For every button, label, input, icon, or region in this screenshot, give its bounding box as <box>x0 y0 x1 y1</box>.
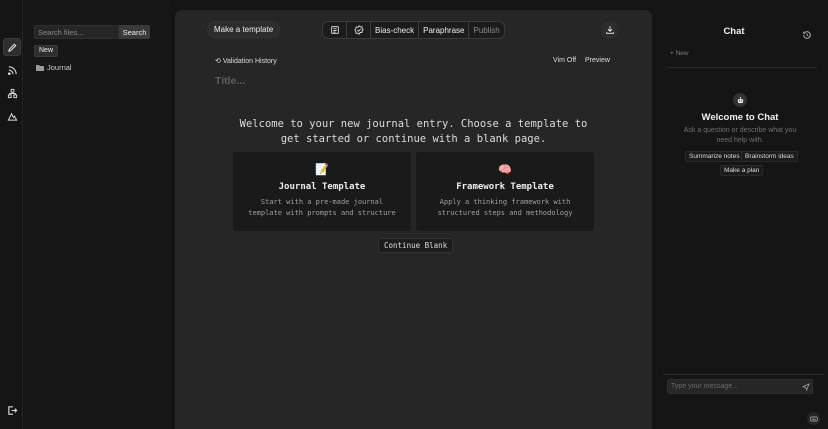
rail-editor-button[interactable] <box>3 38 21 56</box>
rail-network-button[interactable] <box>3 84 21 102</box>
validation-history-link[interactable]: ⟲ Validation History <box>215 57 277 65</box>
editor-toolbar: Bias-check Paraphrase Publish <box>322 21 505 39</box>
welcome-message: Welcome to your new journal entry. Choos… <box>225 117 602 147</box>
chat-history-button[interactable] <box>802 27 813 39</box>
download-icon <box>606 26 614 34</box>
paraphrase-button[interactable]: Paraphrase <box>419 22 470 38</box>
download-button[interactable] <box>601 21 619 39</box>
validate-button[interactable] <box>347 22 371 38</box>
publish-button[interactable]: Publish <box>469 22 503 38</box>
folder-item-journal[interactable]: Journal <box>36 63 72 72</box>
preview-button[interactable]: Preview <box>585 57 610 64</box>
title-input[interactable] <box>215 75 515 87</box>
chat-message-input[interactable] <box>667 379 813 394</box>
validation-history-label: Validation History <box>222 58 277 65</box>
rail-logout-button[interactable] <box>3 401 21 419</box>
make-template-button[interactable]: Make a template <box>207 21 281 38</box>
welcome-line-2: get started or continue with a blank pag… <box>280 133 547 145</box>
outline-button[interactable] <box>323 22 347 38</box>
bias-check-button[interactable]: Bias-check <box>371 22 420 38</box>
icon-rail <box>0 0 23 429</box>
divider <box>667 67 817 68</box>
send-button[interactable] <box>798 379 813 394</box>
suggestion-chip[interactable]: Brainstorm ideas <box>741 151 798 162</box>
app-window: Search New Journal Make a template Bias-… <box>0 0 828 429</box>
file-search: Search <box>34 25 150 39</box>
badge-check-icon <box>353 25 364 35</box>
list-icon <box>330 26 339 34</box>
new-file-button[interactable]: New <box>34 45 59 57</box>
continue-blank-button[interactable]: Continue Blank <box>378 238 454 253</box>
file-search-button[interactable]: Search <box>119 25 150 39</box>
send-icon <box>801 382 810 391</box>
rail-feed-button[interactable] <box>3 61 21 79</box>
suggestion-chip[interactable]: Summarize notes <box>685 151 744 162</box>
editor-panel: Make a template Bias-check Paraphrase Pu… <box>175 10 652 429</box>
keyboard-shortcuts-button[interactable] <box>807 412 820 425</box>
logout-icon <box>7 405 17 415</box>
journal-template-card[interactable]: 📝 Journal Template Start with a pre-made… <box>233 152 411 231</box>
card-description: Start with a pre-made journal template w… <box>233 197 411 219</box>
card-desc-line: template with prompts and structure <box>248 209 396 217</box>
suggestion-chip[interactable]: Make a plan <box>720 165 764 176</box>
pencil-icon <box>7 43 16 52</box>
bot-icon <box>737 96 743 103</box>
card-title: Journal Template <box>278 182 366 192</box>
file-sidebar: Search New Journal <box>24 0 170 429</box>
card-desc-line: Start with a pre-made journal <box>260 198 384 206</box>
memo-icon: 📝 <box>315 164 329 176</box>
mountain-icon <box>7 112 17 121</box>
divider <box>663 374 824 375</box>
brain-icon: 🧠 <box>498 164 512 176</box>
chat-panel: Chat + New Welcome to Chat Ask a questio… <box>659 0 828 429</box>
framework-template-card[interactable]: 🧠 Framework Template Apply a thinking fr… <box>416 152 594 231</box>
card-desc-line: Apply a thinking framework with <box>439 198 571 206</box>
chat-welcome-description: Ask a question or describe what you need… <box>683 127 797 144</box>
bot-avatar <box>733 93 747 107</box>
keyboard-icon <box>809 416 818 421</box>
card-description: Apply a thinking framework with structur… <box>416 197 594 219</box>
chat-title: Chat <box>723 26 745 37</box>
card-title: Framework Template <box>456 182 554 192</box>
rail-explore-button[interactable] <box>3 107 21 125</box>
welcome-line-1: Welcome to your new journal entry. Choos… <box>239 118 588 130</box>
folder-label: Journal <box>47 63 72 72</box>
history-small-icon: ⟲ <box>215 58 223 65</box>
folder-icon <box>36 65 44 71</box>
chat-welcome-title: Welcome to Chat <box>701 112 779 123</box>
vim-toggle[interactable]: Vim Off <box>553 57 576 64</box>
rss-icon <box>7 65 17 75</box>
file-search-input[interactable] <box>34 25 119 39</box>
network-icon <box>7 88 17 98</box>
history-icon <box>803 31 811 39</box>
new-chat-button[interactable]: + New <box>670 50 689 57</box>
card-desc-line: structured steps and methodology <box>437 209 573 217</box>
